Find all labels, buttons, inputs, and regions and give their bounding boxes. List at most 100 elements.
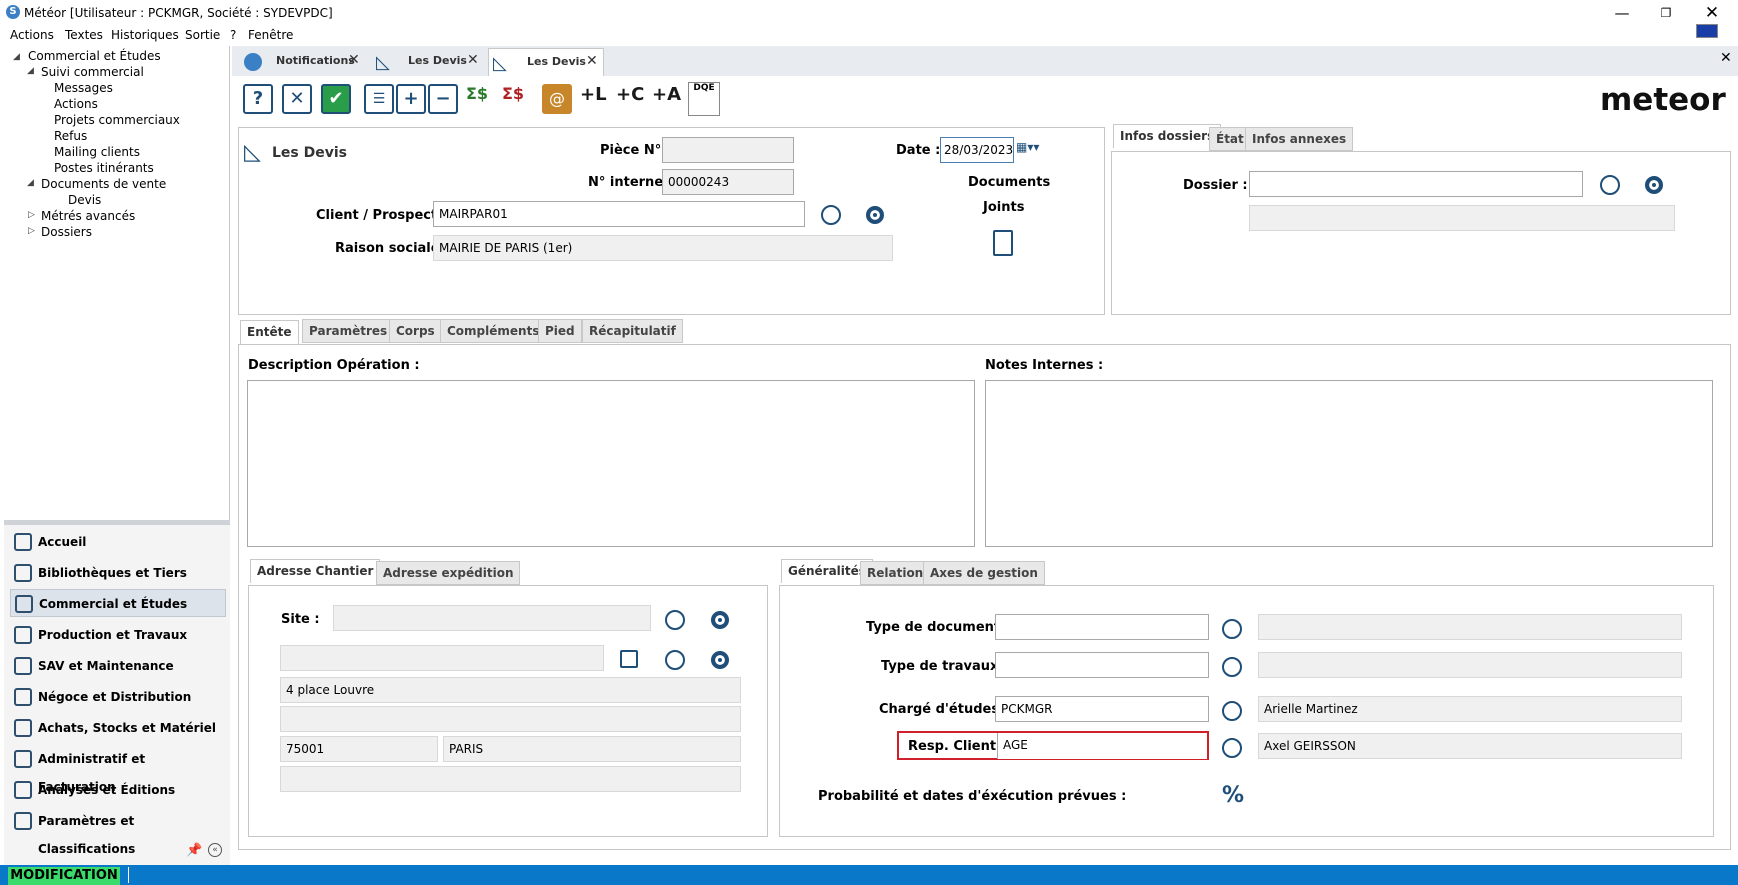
- search-charge-icon[interactable]: [1222, 701, 1242, 721]
- add-text-icon[interactable]: +A: [652, 84, 684, 114]
- nav-sav[interactable]: SAV et Maintenance: [10, 652, 226, 680]
- tree-item-metres[interactable]: Métrés avancés: [41, 209, 135, 223]
- close-tab-icon[interactable]: ✕: [586, 53, 598, 69]
- tree-item-projets[interactable]: Projets commerciaux: [54, 113, 180, 127]
- search-dossier-icon[interactable]: [1600, 175, 1620, 195]
- help-button[interactable]: ?: [243, 84, 273, 114]
- tab-corps[interactable]: Corps: [389, 319, 442, 343]
- raison-input[interactable]: MAIRIE DE PARIS (1er): [433, 235, 893, 261]
- address-line1[interactable]: [280, 645, 604, 671]
- nav-administratif[interactable]: Administratif et Facturation: [10, 745, 226, 794]
- list-button[interactable]: ☰: [364, 84, 394, 114]
- tab-entete[interactable]: Entête: [240, 320, 299, 344]
- add-chapter-icon[interactable]: +C: [616, 84, 648, 114]
- tree-item-postes[interactable]: Postes itinérants: [54, 161, 154, 175]
- nav-commercial[interactable]: Commercial et Études: [10, 589, 226, 617]
- nav-parametres[interactable]: Paramètres et Classifications: [10, 807, 226, 856]
- tree-item-dossiers[interactable]: Dossiers: [41, 225, 92, 239]
- tab-notifications[interactable]: Notifications ✕: [240, 48, 366, 76]
- tree-item-documents-vente[interactable]: Documents de vente: [41, 177, 166, 191]
- tab-infos-dossiers[interactable]: Infos dossiers: [1113, 124, 1222, 148]
- search-type-trav-icon[interactable]: [1222, 657, 1242, 677]
- nav-production[interactable]: Production et Travaux: [10, 621, 226, 649]
- gear-dossier-icon[interactable]: [1645, 176, 1663, 194]
- site-input[interactable]: [333, 605, 651, 631]
- expand-icon[interactable]: ◢: [13, 52, 20, 62]
- menu-historiques[interactable]: Historiques: [111, 26, 179, 44]
- dossier-input[interactable]: [1249, 171, 1583, 197]
- close-window-button[interactable]: ✕: [1690, 0, 1734, 26]
- cancel-button[interactable]: ✕: [282, 84, 312, 114]
- percent-icon[interactable]: %: [1222, 783, 1244, 808]
- piece-input[interactable]: [662, 137, 794, 163]
- minimize-button[interactable]: —: [1600, 0, 1644, 26]
- gear-site-icon[interactable]: [711, 611, 729, 629]
- maximize-button[interactable]: ❐: [1644, 0, 1688, 26]
- menu-textes[interactable]: Textes: [65, 26, 103, 44]
- menu-sortie[interactable]: Sortie: [185, 26, 220, 44]
- tab-axes-gestion[interactable]: Axes de gestion: [923, 561, 1045, 585]
- gear-client-icon[interactable]: [866, 206, 884, 224]
- gear-address-icon[interactable]: [711, 651, 729, 669]
- tree-item-commercial[interactable]: Commercial et Études: [28, 49, 161, 63]
- resp-input[interactable]: AGE: [997, 733, 1207, 759]
- add-line-icon[interactable]: +L: [580, 84, 612, 114]
- tab-parametres[interactable]: Paramètres: [302, 319, 395, 343]
- menu-fenetre[interactable]: Fenêtre: [248, 26, 293, 44]
- validate-button[interactable]: ✔: [321, 84, 351, 114]
- nav-negoce[interactable]: Négoce et Distribution: [10, 683, 226, 711]
- tree-item-refus[interactable]: Refus: [54, 129, 87, 143]
- collapse-panel-icon[interactable]: «: [208, 843, 222, 857]
- nav-analyses[interactable]: Analyses et Éditions: [10, 776, 226, 804]
- calendar-dropdown-icon[interactable]: ▦▾▾: [1016, 140, 1039, 154]
- menu-actions[interactable]: Actions: [10, 26, 54, 44]
- tab-devis-1[interactable]: ◺ Les Devis ✕: [372, 48, 484, 76]
- nav-achats[interactable]: Achats, Stocks et Matériel: [10, 714, 226, 742]
- sum-add-icon[interactable]: Σ$: [466, 84, 500, 116]
- date-input[interactable]: 28/03/2023: [940, 137, 1014, 163]
- tab-adresse-chantier[interactable]: Adresse Chantier: [250, 559, 381, 583]
- close-tab-icon[interactable]: ✕: [348, 52, 360, 68]
- tree-item-mailing[interactable]: Mailing clients: [54, 145, 140, 159]
- city-input[interactable]: PARIS: [443, 736, 741, 762]
- type-trav-input[interactable]: [995, 652, 1209, 678]
- tree-item-actions[interactable]: Actions: [54, 97, 98, 111]
- menu-help[interactable]: ?: [230, 26, 236, 44]
- expand-icon[interactable]: ◢: [27, 178, 34, 188]
- dqe-icon[interactable]: DQE: [688, 82, 720, 116]
- search-address-icon[interactable]: [665, 650, 685, 670]
- pin-icon[interactable]: 📌: [186, 843, 202, 858]
- nav-bibliotheques[interactable]: Bibliothèques et Tiers: [10, 559, 226, 587]
- expand-icon[interactable]: ◢: [27, 66, 34, 76]
- add-button[interactable]: +: [396, 84, 426, 114]
- tab-recapitulatif[interactable]: Récapitulatif: [582, 319, 683, 343]
- address-line2[interactable]: 4 place Louvre: [280, 677, 741, 703]
- tab-devis-active[interactable]: ◺ Les Devis ✕: [488, 48, 604, 76]
- tab-adresse-expedition[interactable]: Adresse expédition: [376, 561, 521, 585]
- tree-item-devis[interactable]: Devis: [68, 193, 101, 207]
- remove-button[interactable]: −: [428, 84, 458, 114]
- notes-textarea[interactable]: [985, 380, 1713, 547]
- search-site-icon[interactable]: [665, 610, 685, 630]
- tree-item-messages[interactable]: Messages: [54, 81, 113, 95]
- close-tab-icon[interactable]: ✕: [467, 52, 479, 68]
- document-icon[interactable]: [993, 230, 1013, 256]
- zip-input[interactable]: 75001: [280, 736, 438, 762]
- search-resp-icon[interactable]: [1222, 738, 1242, 758]
- client-input[interactable]: MAIRPAR01: [433, 201, 805, 227]
- collapse-icon[interactable]: ▷: [28, 210, 35, 220]
- sum-remove-icon[interactable]: Σ$: [502, 84, 536, 116]
- description-textarea[interactable]: [247, 380, 975, 547]
- tab-infos-annexes[interactable]: Infos annexes: [1245, 127, 1354, 151]
- type-doc-input[interactable]: [995, 614, 1209, 640]
- address-book-icon[interactable]: @: [542, 84, 572, 114]
- interne-input[interactable]: 00000243: [662, 169, 794, 195]
- close-document-icon[interactable]: ✕: [1720, 50, 1732, 66]
- charge-input[interactable]: PCKMGR: [995, 696, 1209, 722]
- edit-icon[interactable]: [620, 650, 638, 668]
- tab-pied[interactable]: Pied: [538, 319, 582, 343]
- nav-accueil[interactable]: Accueil: [10, 528, 226, 556]
- search-client-icon[interactable]: [821, 205, 841, 225]
- address-line5[interactable]: [280, 766, 741, 792]
- tab-complements[interactable]: Compléments: [440, 319, 547, 343]
